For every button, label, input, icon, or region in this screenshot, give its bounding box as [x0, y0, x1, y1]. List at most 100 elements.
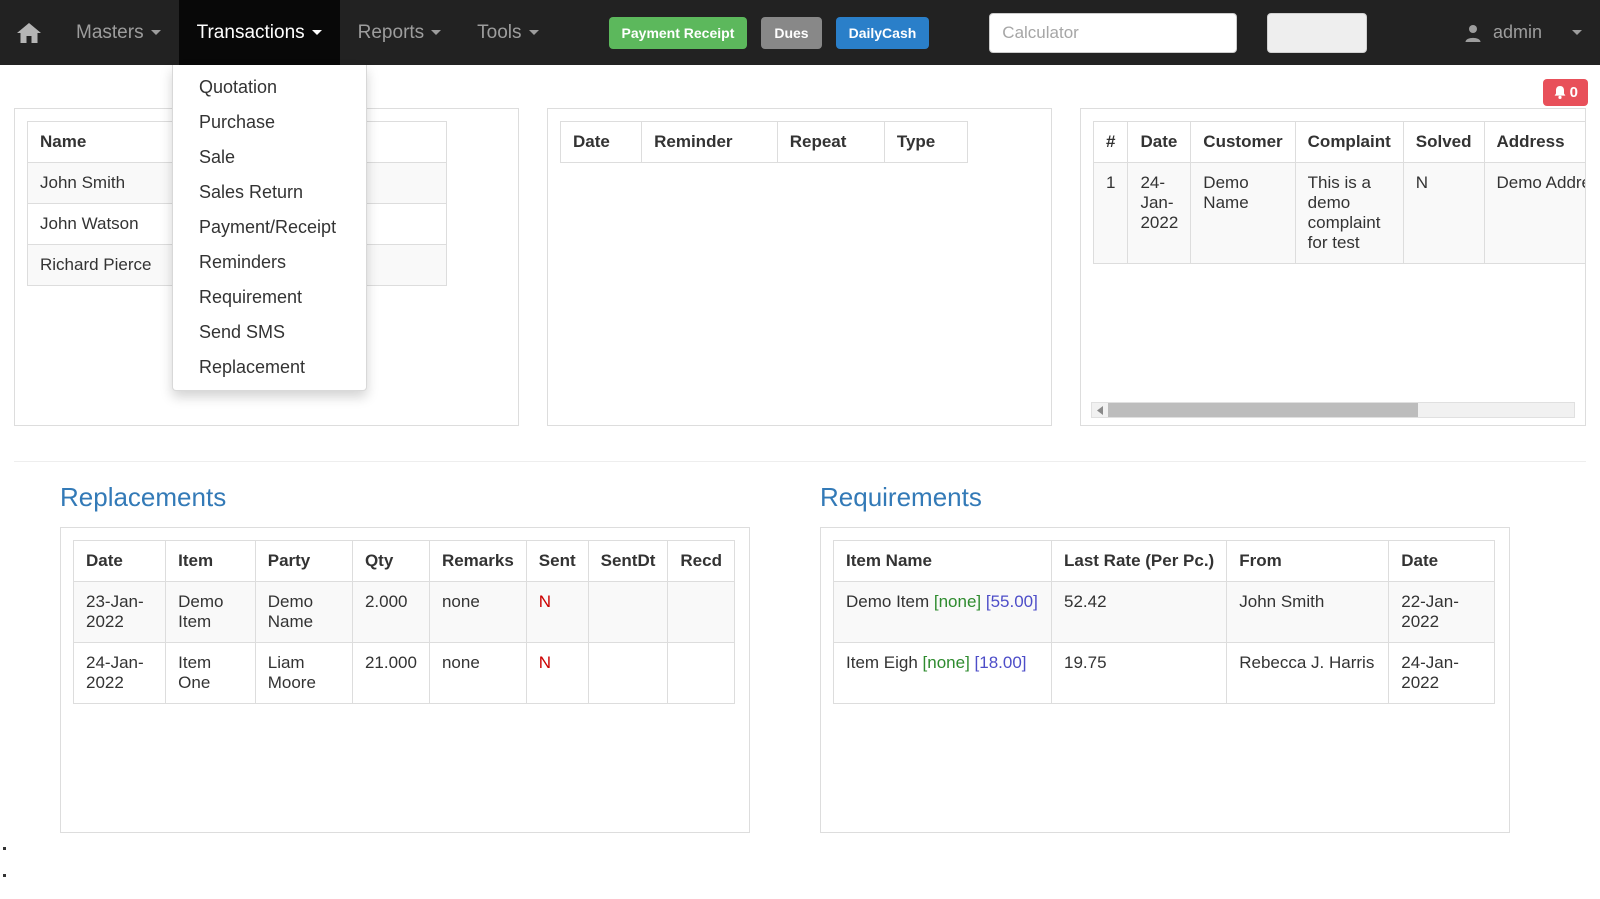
complaints-col-address: Address [1483, 121, 1585, 163]
req-item-base: Item Eigh [846, 653, 918, 672]
navbar-action-buttons: Payment Receipt Dues DailyCash [608, 0, 930, 65]
repl-cell-remarks: none [428, 581, 527, 643]
dropdown-item-sales-return[interactable]: Sales Return [173, 175, 366, 210]
repl-cell-qty: 21.000 [351, 642, 430, 704]
complaints-cell-solved: N [1402, 162, 1485, 264]
nav-menu-masters[interactable]: Masters [58, 0, 179, 65]
repl-cell-sentdt [587, 642, 669, 704]
replacements-table-body: 23-Jan-2022 Demo Item Demo Name 2.000 no… [72, 581, 735, 704]
req-cell-last-rate: 19.75 [1050, 642, 1228, 704]
repl-col-qty: Qty [351, 540, 430, 582]
home-icon [17, 22, 41, 43]
repl-cell-party: Liam Moore [254, 642, 353, 704]
table-header-row: Item Name Last Rate (Per Pc.) From Date [833, 540, 1495, 582]
repl-cell-sent: N [525, 642, 589, 704]
replacements-column: Replacements Date Item Party Qty Remarks… [0, 478, 800, 833]
scroll-left-arrow-icon[interactable] [1092, 403, 1108, 417]
req-col-last-rate: Last Rate (Per Pc.) [1050, 540, 1228, 582]
repl-col-sent: Sent [525, 540, 589, 582]
reminders-col-repeat: Repeat [776, 121, 885, 163]
dailycash-button[interactable]: DailyCash [835, 16, 930, 49]
dashboard-bottom-row: Replacements Date Item Party Qty Remarks… [0, 478, 1600, 833]
complaints-table-head: # Date Customer Complaint Solved Address [1092, 121, 1585, 163]
dropdown-item-quotation[interactable]: Quotation [173, 70, 366, 105]
table-row[interactable]: 24-Jan-2022 Item One Liam Moore 21.000 n… [72, 642, 735, 704]
dropdown-item-purchase[interactable]: Purchase [173, 105, 366, 140]
chevron-down-icon [1572, 30, 1582, 35]
repl-col-item: Item [165, 540, 256, 582]
page-marker-dot [3, 847, 6, 850]
dropdown-item-requirement[interactable]: Requirement [173, 280, 366, 315]
reminders-col-type: Type [883, 121, 969, 163]
nav-menu-reports[interactable]: Reports [340, 0, 460, 65]
dropdown-item-reminders[interactable]: Reminders [173, 245, 366, 280]
repl-cell-party: Demo Name [254, 581, 353, 643]
dropdown-item-payment-receipt[interactable]: Payment/Receipt [173, 210, 366, 245]
dropdown-item-sale[interactable]: Sale [173, 140, 366, 175]
repl-col-remarks: Remarks [428, 540, 527, 582]
chevron-down-icon [528, 30, 539, 35]
complaints-col-num: # [1092, 121, 1129, 163]
user-menu[interactable]: admin [1463, 0, 1600, 65]
nav-menu-transactions[interactable]: Transactions [178, 0, 340, 65]
req-item-base: Demo Item [846, 592, 930, 611]
secondary-input[interactable] [1267, 12, 1368, 53]
calculator-input[interactable] [989, 12, 1238, 53]
home-button[interactable] [0, 0, 58, 65]
req-item-price-tag: [18.00] [974, 653, 1027, 672]
complaints-panel: # Date Customer Complaint Solved Address… [1080, 108, 1586, 426]
reminders-col-reminder: Reminder [641, 121, 778, 163]
dropdown-item-send-sms[interactable]: Send SMS [173, 315, 366, 350]
complaints-cell-address: Demo Address [1483, 162, 1585, 264]
repl-cell-recd [667, 642, 735, 704]
replacements-title: Replacements [60, 482, 227, 512]
nav-menu-tools[interactable]: Tools [459, 0, 556, 65]
nav-menu-tools-label: Tools [477, 21, 522, 43]
chevron-down-icon [431, 30, 442, 35]
req-item-status-tag: [none] [922, 653, 970, 672]
requirements-column: Requirements Item Name Last Rate (Per Pc… [800, 478, 1600, 833]
reminders-panel: Date Reminder Repeat Type [547, 108, 1052, 426]
repl-col-date: Date [72, 540, 167, 582]
page-marker-dot [3, 874, 6, 877]
repl-col-sentdt: SentDt [587, 540, 669, 582]
scrollbar-thumb[interactable] [1108, 403, 1418, 417]
req-cell-last-rate: 52.42 [1050, 581, 1228, 643]
nav-menu-transactions-label: Transactions [196, 21, 305, 43]
req-item-price-tag: [55.00] [985, 592, 1038, 611]
requirements-panel: Item Name Last Rate (Per Pc.) From Date … [820, 527, 1510, 833]
payment-receipt-button[interactable]: Payment Receipt [608, 16, 748, 49]
dues-button[interactable]: Dues [761, 16, 822, 49]
complaints-horizontal-scrollbar[interactable] [1091, 402, 1575, 418]
table-header-row: # Date Customer Complaint Solved Address [1092, 121, 1585, 163]
repl-col-party: Party [254, 540, 353, 582]
dropdown-item-replacement[interactable]: Replacement [173, 350, 366, 385]
table-header-row: Date Reminder Repeat Type [559, 121, 969, 163]
table-row[interactable]: Item Eigh [none] [18.00] 19.75 Rebecca J… [833, 642, 1495, 704]
repl-col-recd: Recd [667, 540, 735, 582]
req-cell-from: John Smith [1226, 581, 1390, 643]
complaints-cell-complaint: This is a demo complaint for test [1294, 162, 1404, 264]
bell-icon [1554, 86, 1566, 99]
complaints-table: # Date Customer Complaint Solved Address… [1092, 121, 1585, 264]
complaints-col-solved: Solved [1402, 121, 1485, 163]
req-item-status-tag: [none] [933, 592, 982, 611]
table-row[interactable]: 1 24-Jan-2022 Demo Name This is a demo c… [1092, 162, 1585, 264]
repl-cell-recd [667, 581, 735, 643]
reminders-table-head: Date Reminder Repeat Type [559, 121, 969, 163]
req-cell-item-name: Item Eigh [none] [18.00] [833, 642, 1052, 704]
nav-menu-masters-label: Masters [76, 21, 144, 43]
req-col-item-name: Item Name [833, 540, 1052, 582]
table-row[interactable]: 23-Jan-2022 Demo Item Demo Name 2.000 no… [72, 581, 735, 643]
req-cell-date: 22-Jan-2022 [1388, 581, 1495, 643]
repl-cell-date: 24-Jan-2022 [72, 642, 167, 704]
reminders-panel-column: Date Reminder Repeat Type [533, 108, 1066, 453]
notification-badge[interactable]: 0 [1542, 79, 1588, 106]
complaints-col-date: Date [1127, 121, 1192, 163]
complaints-col-customer: Customer [1190, 121, 1296, 163]
replacements-table-head: Date Item Party Qty Remarks Sent SentDt … [72, 540, 735, 582]
table-row[interactable]: Demo Item [none] [55.00] 52.42 John Smit… [833, 581, 1495, 643]
repl-cell-item: Item One [165, 642, 256, 704]
chevron-down-icon [150, 30, 161, 35]
complaints-col-complaint: Complaint [1294, 121, 1404, 163]
